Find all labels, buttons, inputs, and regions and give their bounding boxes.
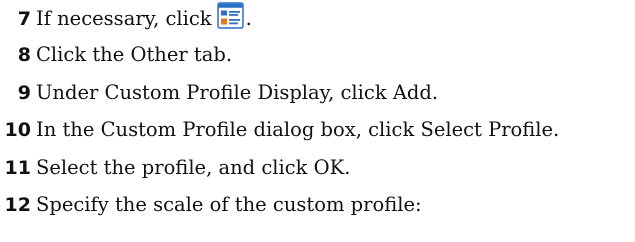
step-text: Under Custom Profile Display, click Add. <box>36 81 439 104</box>
step-9: 9 Under Custom Profile Display, click Add… <box>0 78 438 108</box>
step-10: 10 In the Custom Profile dialog box, clic… <box>0 115 560 145</box>
step-text: In the Custom Profile dialog box, click … <box>36 118 560 141</box>
step-number: 11 <box>4 157 31 179</box>
step-number: 12 <box>4 194 31 216</box>
step-suffix: . <box>245 7 252 30</box>
step-text: Specify the scale of the custom profile: <box>36 193 422 216</box>
step-12: 12 Specify the scale of the custom profil… <box>0 190 422 220</box>
step-8: 8 Click the Other tab. <box>0 40 232 70</box>
step-number: 7 <box>17 8 31 30</box>
step-number: 10 <box>4 119 31 141</box>
step-7: 7 If necessary, click . <box>0 2 252 32</box>
step-text: If necessary, click <box>36 7 212 30</box>
property-palette-icon[interactable] <box>216 2 244 29</box>
step-number: 8 <box>17 44 31 66</box>
step-number: 9 <box>17 82 31 104</box>
step-11: 11 Select the profile, and click OK. <box>0 153 351 183</box>
step-text: Click the Other tab. <box>36 43 233 66</box>
step-text: Select the profile, and click OK. <box>36 156 351 179</box>
